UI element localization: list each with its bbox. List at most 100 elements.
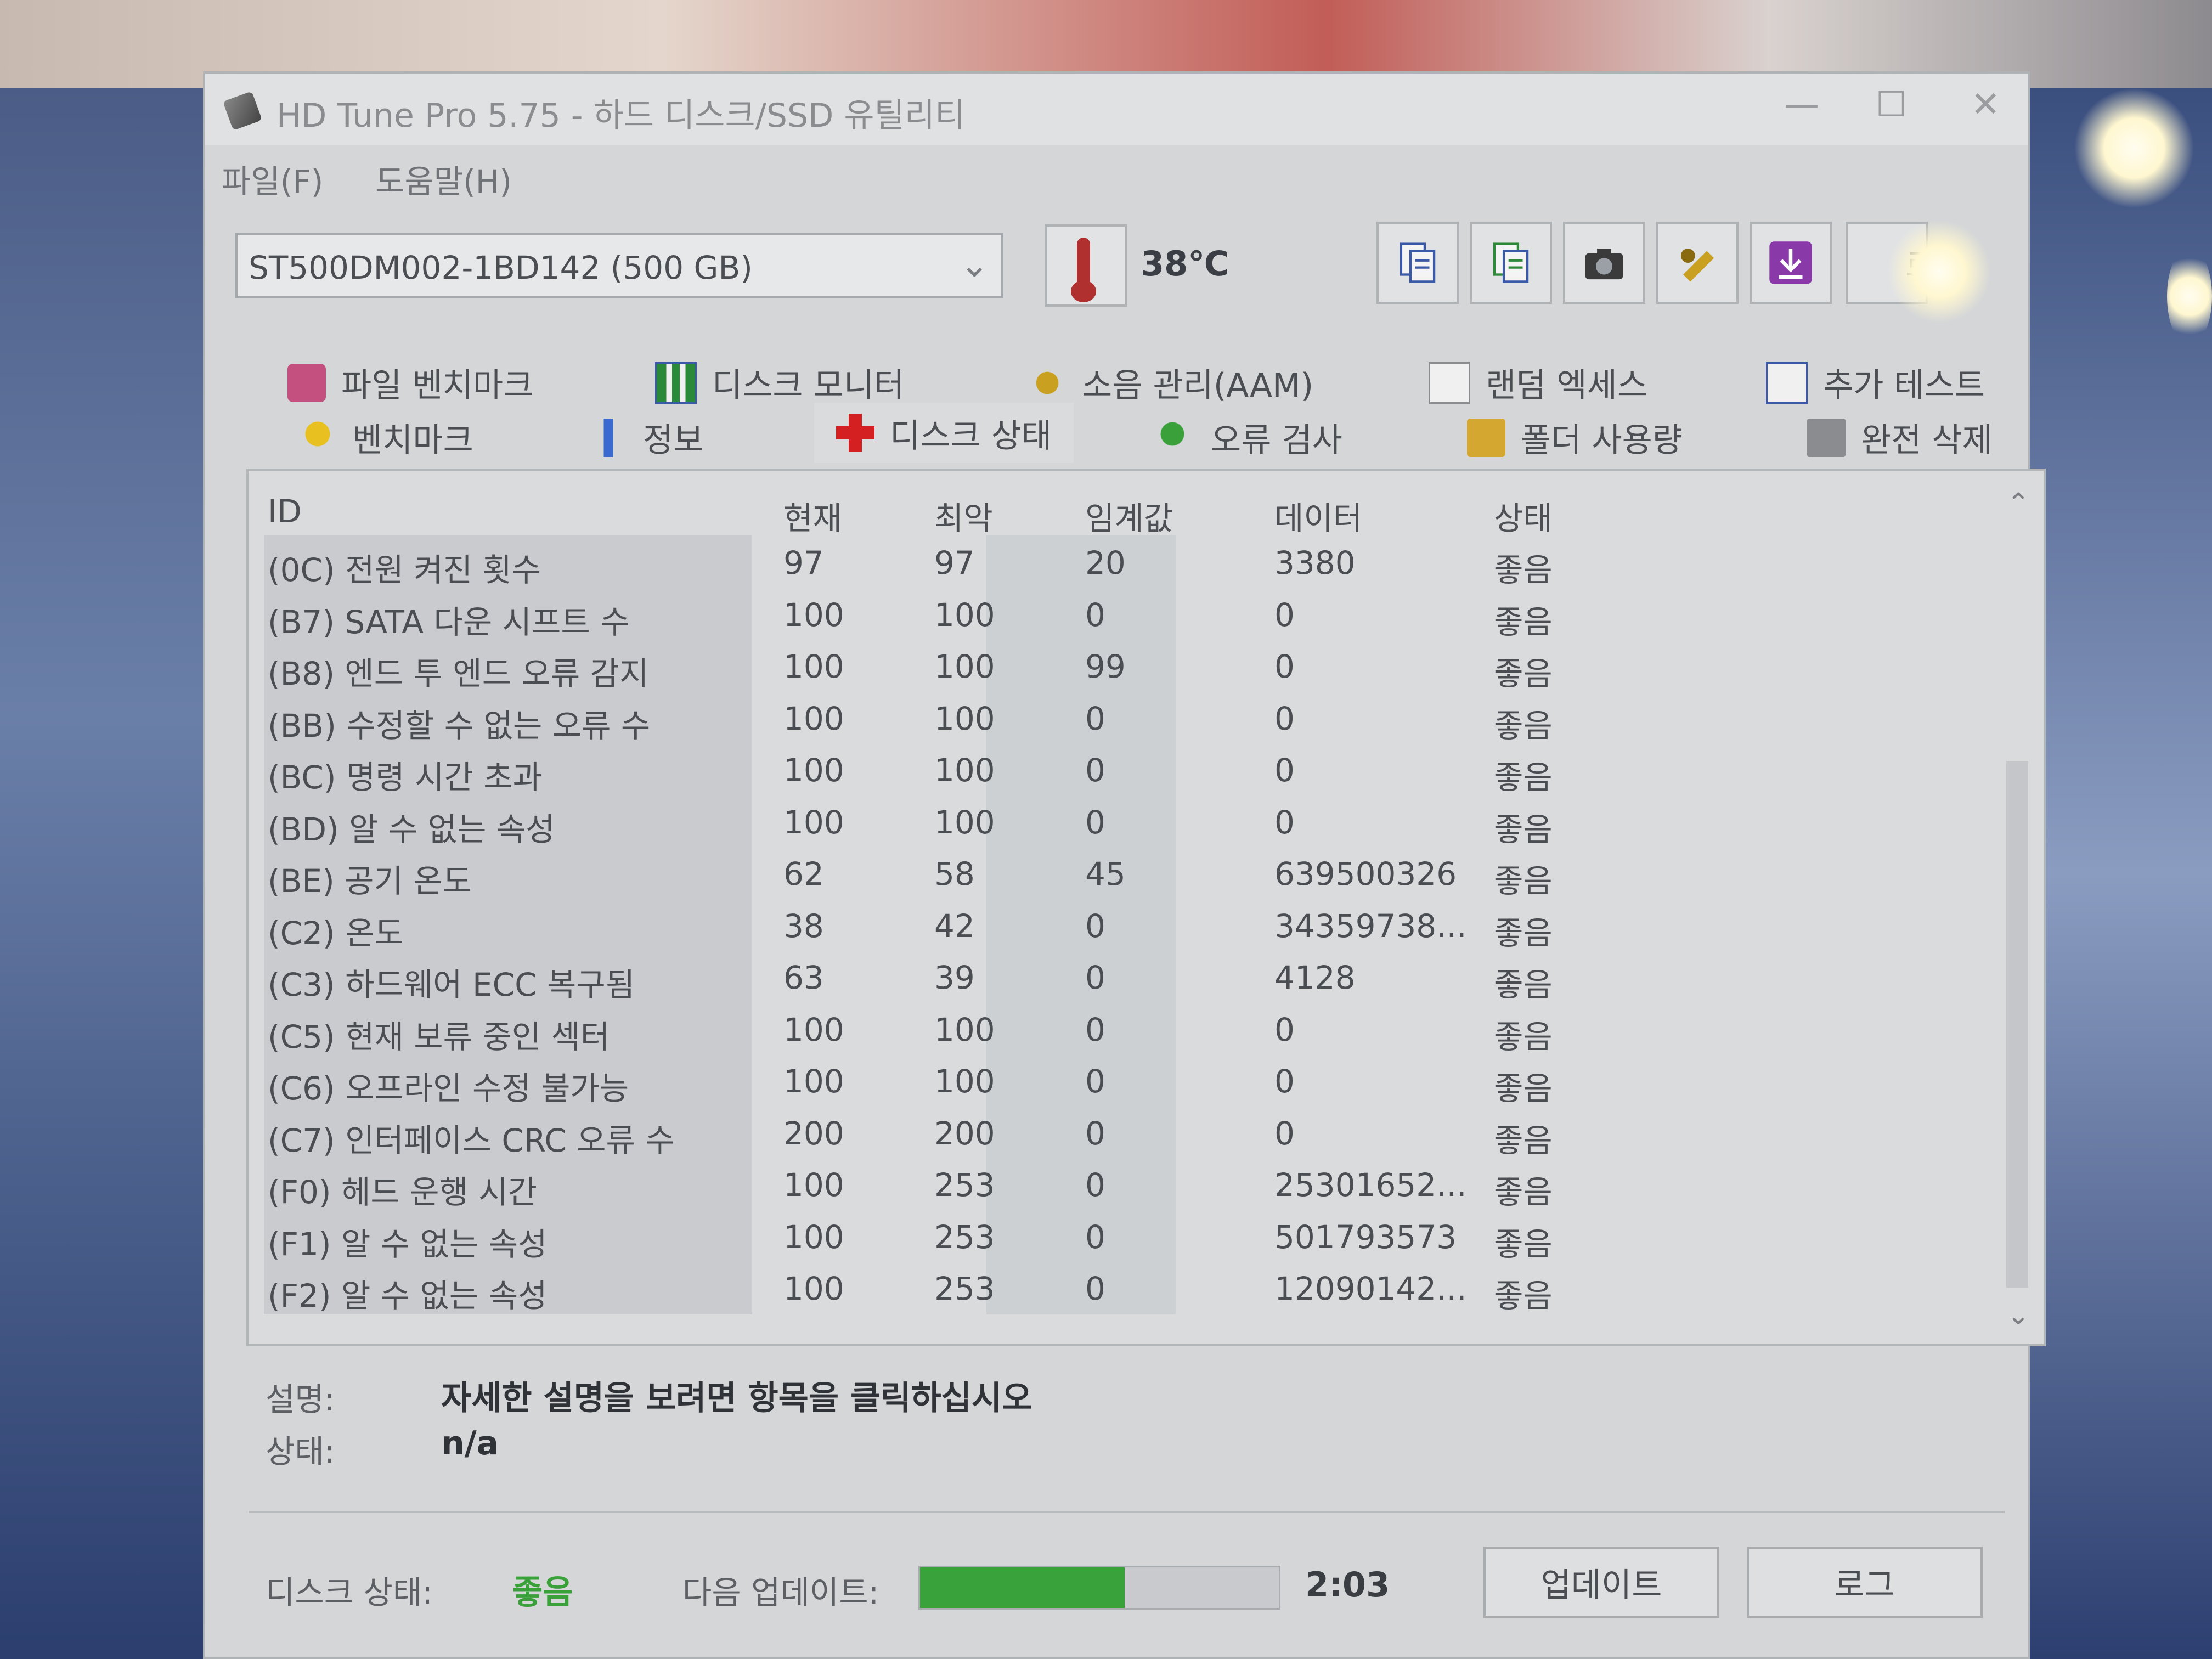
table-row[interactable]: (F0) 헤드 운행 시간 100 253 0 25301652... 좋음 xyxy=(249,1159,2000,1211)
table-row[interactable]: (BB) 수정할 수 없는 오류 수 100 100 0 0 좋음 xyxy=(249,692,2000,744)
column-header-id[interactable]: ID xyxy=(268,493,302,530)
column-header-current[interactable]: 현재 xyxy=(783,493,842,539)
cell-data: 0 xyxy=(1274,803,1295,841)
cell-threshold: 20 xyxy=(1085,544,1126,582)
table-row[interactable]: (BC) 명령 시간 초과 100 100 0 0 좋음 xyxy=(249,744,2000,796)
column-header-data[interactable]: 데이터 xyxy=(1274,493,1362,539)
tab-noise-management[interactable]: 소음 관리(AAM) xyxy=(1028,359,1313,407)
cell-status: 좋음 xyxy=(1494,914,1553,952)
copy-all-button[interactable] xyxy=(1470,222,1552,304)
table-row[interactable]: (F2) 알 수 없는 속성 100 253 0 12090142... 좋음 xyxy=(249,1262,2000,1314)
benchmark-icon xyxy=(298,418,337,457)
cell-attribute: (BD) 알 수 없는 속성 xyxy=(268,810,555,848)
progress-fill xyxy=(920,1567,1125,1608)
table-row[interactable]: (C6) 오프라인 수정 불가능 100 100 0 0 좋음 xyxy=(249,1055,2000,1107)
divider xyxy=(249,1511,2005,1513)
tab-disk-health[interactable]: 디스크 상태 xyxy=(814,403,1074,463)
tab-error-scan[interactable]: 오류 검사 xyxy=(1157,414,1342,461)
menu-file[interactable]: 파일(F) xyxy=(222,156,323,202)
minimize-icon[interactable]: — xyxy=(1784,84,1819,125)
cell-current: 100 xyxy=(783,1270,844,1307)
column-header-threshold[interactable]: 임계값 xyxy=(1085,493,1173,539)
tab-erase[interactable]: 완전 삭제 xyxy=(1807,414,1993,461)
table-row[interactable]: (0C) 전원 켜진 횟수 97 97 20 3380 좋음 xyxy=(249,537,2000,589)
cell-worst: 58 xyxy=(934,855,975,893)
update-countdown: 2:03 xyxy=(1305,1565,1390,1605)
cell-worst: 253 xyxy=(934,1218,995,1256)
cell-current: 38 xyxy=(783,907,824,945)
cell-worst: 100 xyxy=(934,803,995,841)
cell-worst: 100 xyxy=(934,596,995,634)
screenshot-button[interactable] xyxy=(1563,222,1645,304)
cell-threshold: 45 xyxy=(1085,855,1126,893)
table-row[interactable]: (BD) 알 수 없는 속성 100 100 0 0 좋음 xyxy=(249,796,2000,848)
cell-worst: 97 xyxy=(934,544,975,582)
cell-status: 좋음 xyxy=(1494,603,1553,641)
cell-data: 34359738... xyxy=(1274,907,1467,945)
cell-status: 좋음 xyxy=(1494,1277,1553,1314)
speaker-icon xyxy=(1028,363,1066,402)
cell-status: 좋음 xyxy=(1494,759,1553,796)
cell-threshold: 0 xyxy=(1085,1114,1105,1152)
scroll-thumb[interactable] xyxy=(2006,761,2028,1288)
cell-status: 좋음 xyxy=(1494,1173,1553,1211)
cell-threshold: 0 xyxy=(1085,959,1105,996)
close-icon[interactable]: ✕ xyxy=(1971,84,2000,125)
cell-worst: 100 xyxy=(934,1011,995,1048)
column-header-status[interactable]: 상태 xyxy=(1494,493,1553,539)
drive-select[interactable]: ST500DM002-1BD142 (500 GB) ⌄ xyxy=(235,233,1003,298)
description-label: 설명: xyxy=(266,1381,335,1418)
tab-label: 디스크 상태 xyxy=(890,416,1052,455)
options-button[interactable] xyxy=(1656,222,1739,304)
table-row[interactable]: (BE) 공기 온도 62 58 45 639500326 좋음 xyxy=(249,848,2000,900)
magnifier-icon xyxy=(1157,418,1195,457)
cell-data: 639500326 xyxy=(1274,855,1457,893)
vertical-scrollbar[interactable]: ⌃ ⌄ xyxy=(2002,487,2035,1332)
light-glare xyxy=(2074,88,2194,208)
cell-current: 100 xyxy=(783,1063,844,1100)
options-icon xyxy=(1680,249,1714,282)
scroll-up-icon[interactable]: ⌃ xyxy=(2002,487,2035,520)
table-row[interactable]: (C2) 온도 38 42 0 34359738... 좋음 xyxy=(249,900,2000,952)
table-row[interactable]: (B7) SATA 다운 시프트 수 100 100 0 0 좋음 xyxy=(249,589,2000,641)
cell-current: 100 xyxy=(783,1011,844,1048)
menu-help[interactable]: 도움말(H) xyxy=(375,156,512,202)
window-title: HD Tune Pro 5.75 - 하드 디스크/SSD 유틸리티 xyxy=(276,97,966,135)
cell-threshold: 99 xyxy=(1085,648,1126,685)
copy-all-icon xyxy=(1493,242,1529,283)
maximize-icon[interactable]: ☐ xyxy=(1876,84,1907,125)
save-download-button[interactable] xyxy=(1750,222,1832,304)
table-row[interactable]: (C3) 하드웨어 ECC 복구됨 63 39 0 4128 좋음 xyxy=(249,951,2000,1003)
tab-extra-tests[interactable]: 추가 테스트 xyxy=(1766,359,1985,407)
cell-attribute: (C2) 온도 xyxy=(268,914,404,952)
tab-info[interactable]: 정보 xyxy=(589,414,703,461)
update-button[interactable]: 업데이트 xyxy=(1483,1547,1719,1618)
cell-data: 0 xyxy=(1274,648,1295,685)
cell-threshold: 0 xyxy=(1085,803,1105,841)
cell-status: 좋음 xyxy=(1494,551,1553,589)
cell-worst: 200 xyxy=(934,1114,995,1152)
cell-status: 좋음 xyxy=(1494,966,1553,1003)
tab-label: 디스크 모니터 xyxy=(712,366,905,405)
tab-disk-monitor[interactable]: 디스크 모니터 xyxy=(655,359,904,407)
scroll-down-icon[interactable]: ⌄ xyxy=(2002,1299,2035,1332)
copy-info-button[interactable] xyxy=(1376,222,1459,304)
table-row[interactable]: (B8) 엔드 투 엔드 오류 감지 100 100 99 0 좋음 xyxy=(249,640,2000,692)
disk-status-value: 좋음 xyxy=(512,1573,573,1612)
cell-attribute: (F0) 헤드 운행 시간 xyxy=(268,1173,537,1211)
cell-attribute: (C3) 하드웨어 ECC 복구됨 xyxy=(268,966,635,1003)
column-header-worst[interactable]: 최악 xyxy=(934,493,993,539)
log-button[interactable]: 로그 xyxy=(1747,1547,1983,1618)
cell-status: 좋음 xyxy=(1494,655,1553,692)
tab-file-benchmark[interactable]: 파일 벤치마크 xyxy=(287,359,533,407)
tab-folder-usage[interactable]: 폴더 사용량 xyxy=(1467,414,1683,461)
table-row[interactable]: (C7) 인터페이스 CRC 오류 수 200 200 0 0 좋음 xyxy=(249,1107,2000,1159)
tab-benchmark[interactable]: 벤치마크 xyxy=(298,414,473,461)
tab-random-access[interactable]: 랜덤 엑세스 xyxy=(1429,359,1647,407)
table-row[interactable]: (C5) 현재 보류 중인 섹터 100 100 0 0 좋음 xyxy=(249,1003,2000,1056)
cell-data: 0 xyxy=(1274,1011,1295,1048)
cell-worst: 100 xyxy=(934,1063,995,1100)
table-row[interactable]: (F1) 알 수 없는 속성 100 253 0 501793573 좋음 xyxy=(249,1211,2000,1263)
cell-attribute: (F2) 알 수 없는 속성 xyxy=(268,1277,548,1314)
cell-worst: 253 xyxy=(934,1166,995,1204)
